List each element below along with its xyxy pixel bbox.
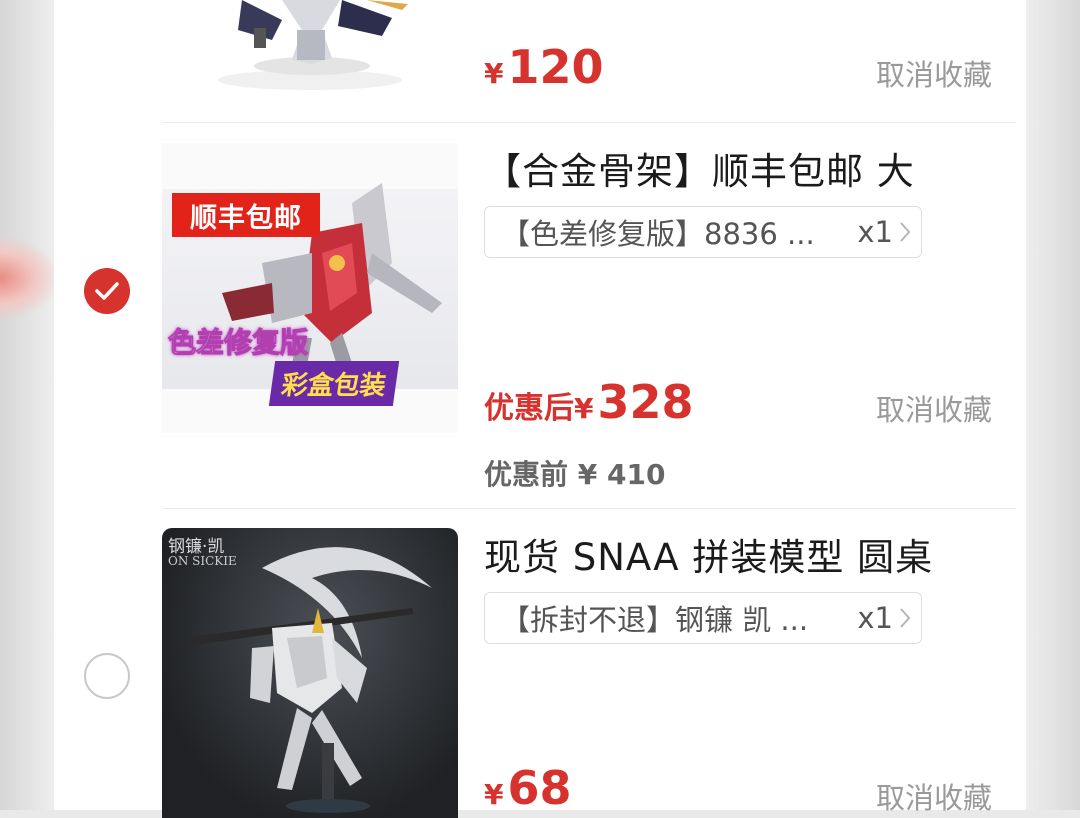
version-tag: 色差修复版 — [167, 326, 309, 360]
sku-selector[interactable]: 【色差修复版】8836 ... x1 — [484, 206, 922, 258]
price-amount: 120 — [507, 40, 604, 94]
list-item[interactable]: 钢镰·凯 ON SICKIE 现货 SNAA 拼装模型 圆桌 【拆封不退】钢镰 … — [54, 509, 1026, 818]
currency-symbol: ¥ — [484, 57, 504, 90]
checkmark-icon — [95, 282, 119, 300]
cancel-favorite-button[interactable]: 取消收藏 — [876, 775, 992, 817]
box-tag: 彩盒包装 — [268, 361, 400, 406]
price-prefix: 优惠后 — [484, 391, 574, 426]
quantity: x1 — [857, 601, 893, 635]
background-left-edge — [0, 0, 56, 810]
robot-figure-image — [218, 0, 408, 90]
chevron-right-icon — [900, 222, 911, 242]
background-right-edge — [1024, 0, 1080, 810]
sku-text: 【色差修复版】8836 ... — [501, 217, 815, 251]
product-title[interactable]: 现货 SNAA 拼装模型 圆桌 — [484, 527, 933, 581]
chevron-right-icon — [900, 608, 911, 628]
original-price: 优惠前 ¥ 410 — [484, 458, 666, 491]
list-item[interactable]: ¥120 取消收藏 — [54, 0, 1026, 122]
price: ¥120 — [484, 40, 604, 94]
quantity: x1 — [857, 215, 893, 249]
cancel-favorite-button[interactable]: 取消收藏 — [876, 52, 992, 94]
price-amount: 328 — [597, 375, 694, 429]
robot-figure-image — [182, 547, 432, 813]
price-amount: 68 — [507, 761, 572, 815]
product-title[interactable]: 【合金骨架】顺丰包邮 大 — [484, 141, 915, 195]
background-left-accent — [0, 238, 56, 318]
currency-symbol: ¥ — [484, 778, 504, 811]
cancel-favorite-button[interactable]: 取消收藏 — [876, 387, 992, 429]
price: 优惠后¥328 — [484, 375, 694, 429]
product-image[interactable]: 钢镰·凯 ON SICKIE — [162, 528, 458, 818]
sku-text: 【拆封不退】钢镰 凯 ... — [501, 603, 809, 637]
product-image[interactable] — [162, 0, 458, 100]
favorites-list: ¥120 取消收藏 顺丰包邮 色差修复版 彩盒包装 【合金骨架】顺丰包邮 大 【… — [54, 0, 1026, 818]
currency-symbol: ¥ — [574, 392, 594, 425]
select-checkbox-unchecked[interactable] — [84, 653, 130, 699]
product-image[interactable]: 顺丰包邮 色差修复版 彩盒包装 — [162, 143, 458, 433]
list-item[interactable]: 顺丰包邮 色差修复版 彩盒包装 【合金骨架】顺丰包邮 大 【色差修复版】8836… — [54, 123, 1026, 508]
brand-subtext: ON SICKIE — [168, 554, 237, 568]
shipping-tag: 顺丰包邮 — [172, 193, 320, 237]
price: ¥68 — [484, 761, 572, 815]
sku-selector[interactable]: 【拆封不退】钢镰 凯 ... x1 — [484, 592, 922, 644]
select-checkbox-checked[interactable] — [84, 268, 130, 314]
